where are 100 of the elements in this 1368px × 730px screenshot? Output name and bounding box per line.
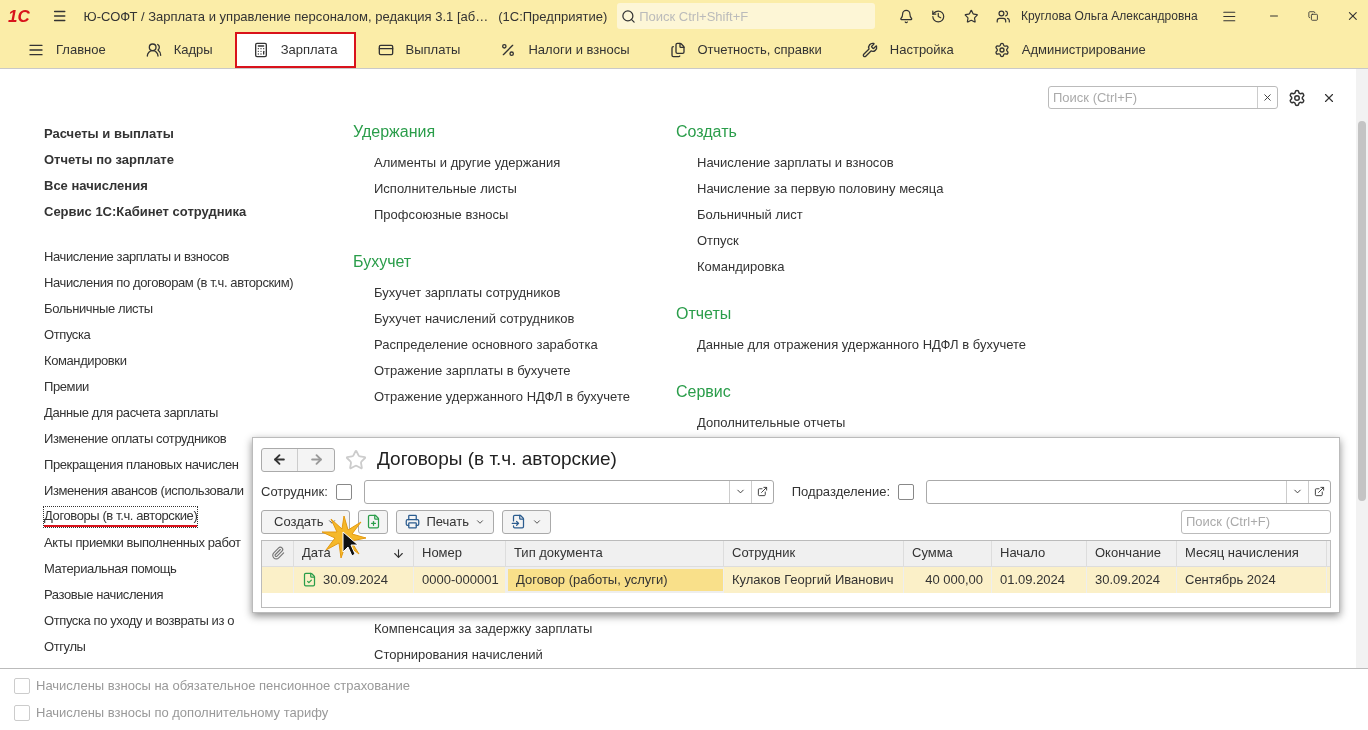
nav-link[interactable]: Начисления по договорам (в т.ч. авторским): [44, 273, 294, 292]
export-button[interactable]: [502, 509, 551, 534]
calculator-icon: [252, 42, 269, 59]
nav-link[interactable]: Данные для отражения удержанного НДФЛ в бухучете: [676, 331, 1026, 358]
section-tab[interactable]: Налоги и взносы: [482, 32, 648, 69]
nav-link[interactable]: Прекращения плановых начислен: [44, 455, 239, 474]
column-header[interactable]: Начало: [992, 540, 1087, 566]
posted-document-icon: [302, 572, 317, 588]
printer-icon: [405, 514, 421, 530]
scrollbar-thumb[interactable]: [1358, 120, 1366, 501]
users-icon[interactable]: [996, 7, 1011, 25]
window-title: Ю-СОФТ / Зарплата и управление персоналом, редакция 3.1 [аб…: [83, 7, 489, 26]
star-icon[interactable]: [963, 7, 979, 25]
combo-field[interactable]: [926, 479, 1331, 504]
gear-icon: [993, 42, 1010, 59]
section-tab[interactable]: Отчетность, справки: [651, 32, 840, 69]
print-button[interactable]: Печать: [396, 509, 494, 534]
favorite-star-icon[interactable]: [345, 448, 367, 471]
nav-link[interactable]: Больничный лист: [676, 201, 803, 228]
column-header[interactable]: Месяц начисления: [1177, 540, 1327, 566]
nav-link[interactable]: Акты приемки выполненных работ: [44, 533, 241, 552]
bell-icon[interactable]: [898, 7, 914, 25]
column-header[interactable]: Дата: [294, 540, 414, 566]
section-link[interactable]: Все начисления: [44, 172, 148, 199]
back-icon: [272, 452, 287, 468]
section-link[interactable]: Сервис 1С:Кабинет сотрудника: [44, 198, 247, 225]
nav-link[interactable]: Премии: [44, 377, 89, 396]
nav-link[interactable]: Данные для расчета зарплаты: [44, 403, 218, 422]
group-heading: Отчеты: [676, 303, 732, 324]
section-tab[interactable]: Администрирование: [975, 32, 1164, 69]
nav-link[interactable]: Компенсация за задержку зарплаты: [353, 615, 593, 642]
user-name[interactable]: Круглова Ольга Александровна: [1020, 7, 1198, 26]
window-title: Договоры (в т.ч. авторские): [377, 447, 617, 472]
checkbox[interactable]: [335, 483, 352, 500]
new-document-button[interactable]: [358, 509, 389, 534]
nav-link[interactable]: Начисление зарплаты и взносов: [44, 247, 230, 266]
nav-link[interactable]: Распределение основного заработка: [353, 331, 598, 358]
nav-link[interactable]: Отражение зарплаты в бухучете: [353, 357, 571, 384]
section-tab[interactable]: Выплаты: [359, 32, 479, 69]
forward-icon: [308, 452, 324, 468]
users-icon: [145, 42, 162, 59]
history-icon[interactable]: [931, 7, 946, 25]
table-cell: 40 000,00: [904, 566, 992, 593]
wrench-icon: [861, 42, 878, 59]
section-link[interactable]: Отчеты по зарплате: [44, 146, 174, 173]
combo-field[interactable]: [363, 479, 774, 504]
nav-link[interactable]: Больничные листы: [44, 299, 153, 318]
nav-link[interactable]: Изменение оплаты сотрудников: [44, 429, 227, 448]
section-tab[interactable]: Зарплата: [234, 32, 356, 69]
nav-link[interactable]: Командировка: [676, 253, 785, 280]
nav-link[interactable]: Начисление зарплаты и взносов: [676, 149, 894, 176]
nav-link[interactable]: Отпуска: [44, 325, 91, 344]
nav-link[interactable]: Материальная помощь: [44, 559, 177, 578]
nav-link[interactable]: Бухучет зарплаты сотрудников: [353, 279, 561, 306]
percent-icon: [500, 42, 517, 59]
table-cell: 30.09.2024: [294, 566, 414, 593]
filter-label: Сотрудник:: [261, 482, 328, 501]
column-header[interactable]: Сотрудник: [724, 540, 904, 566]
option-label: Начислены взносы на обязательное пенсионное страхование: [36, 676, 410, 695]
nav-link[interactable]: Бухучет начислений сотрудников: [353, 305, 575, 332]
nav-link[interactable]: Отпуск: [676, 227, 739, 254]
column-header[interactable]: Сумма: [904, 540, 992, 566]
section-tab[interactable]: Главное: [10, 32, 124, 69]
section-link[interactable]: Расчеты и выплаты: [44, 120, 174, 147]
clear-icon[interactable]: [1262, 92, 1273, 104]
open-icon[interactable]: [756, 486, 768, 498]
nav-link[interactable]: Разовые начисления: [44, 585, 164, 604]
table-cell: Кулаков Георгий Иванович: [724, 566, 904, 593]
search-icon: [621, 8, 637, 24]
restore-icon[interactable]: [1308, 10, 1319, 23]
nav-link[interactable]: Командировки: [44, 351, 127, 370]
option-label: Начислены взносы по дополнительному тарифу: [36, 704, 329, 723]
section-tab[interactable]: Кадры: [127, 32, 231, 69]
open-icon[interactable]: [1314, 486, 1325, 498]
window-subtitle: (1С:Предприятие): [498, 7, 608, 26]
settings-icon[interactable]: [1288, 88, 1306, 107]
group-heading: Создать: [676, 121, 737, 142]
column-header[interactable]: Тип документа: [506, 540, 724, 566]
column-header[interactable]: Номер: [414, 540, 506, 566]
table-cell: Сентябрь 2024: [1177, 566, 1327, 593]
nav-link[interactable]: Договоры (в т.ч. авторские): [44, 506, 198, 527]
nav-link[interactable]: Исполнительные листы: [353, 175, 517, 202]
nav-link[interactable]: Профсоюзные взносы: [353, 201, 509, 228]
nav-link[interactable]: Дополнительные отчеты: [676, 409, 846, 436]
scrollbar[interactable]: [1356, 68, 1368, 668]
sort-icon: [392, 546, 405, 560]
nav-link[interactable]: Алименты и другие удержания: [353, 149, 561, 176]
table-row[interactable]: 30.09.2024 0000-000001 Договор (работы, услуги) Кулаков Георгий Иванович 40 000,00 01.09.2024 30.09.2024 Сентябрь 2024: [262, 566, 1330, 593]
nav-link[interactable]: Изменения авансов (использовали: [44, 481, 244, 500]
logo: 1С: [8, 5, 31, 28]
column-header[interactable]: Окончание: [1087, 540, 1177, 566]
table-cell: 01.09.2024: [992, 566, 1087, 593]
checkbox[interactable]: [898, 483, 915, 500]
create-button[interactable]: Создать: [261, 509, 351, 534]
section-tab[interactable]: Настройка: [843, 32, 972, 69]
nav-link[interactable]: Начисление за первую половину месяца: [676, 175, 944, 202]
nav-link[interactable]: Сторнирования начислений: [353, 641, 543, 668]
nav-link[interactable]: Отпуска по уходу и возвраты из о: [44, 611, 235, 630]
nav-link[interactable]: Отражение удержанного НДФЛ в бухучете: [353, 383, 630, 410]
nav-link[interactable]: Отгулы: [44, 637, 86, 656]
